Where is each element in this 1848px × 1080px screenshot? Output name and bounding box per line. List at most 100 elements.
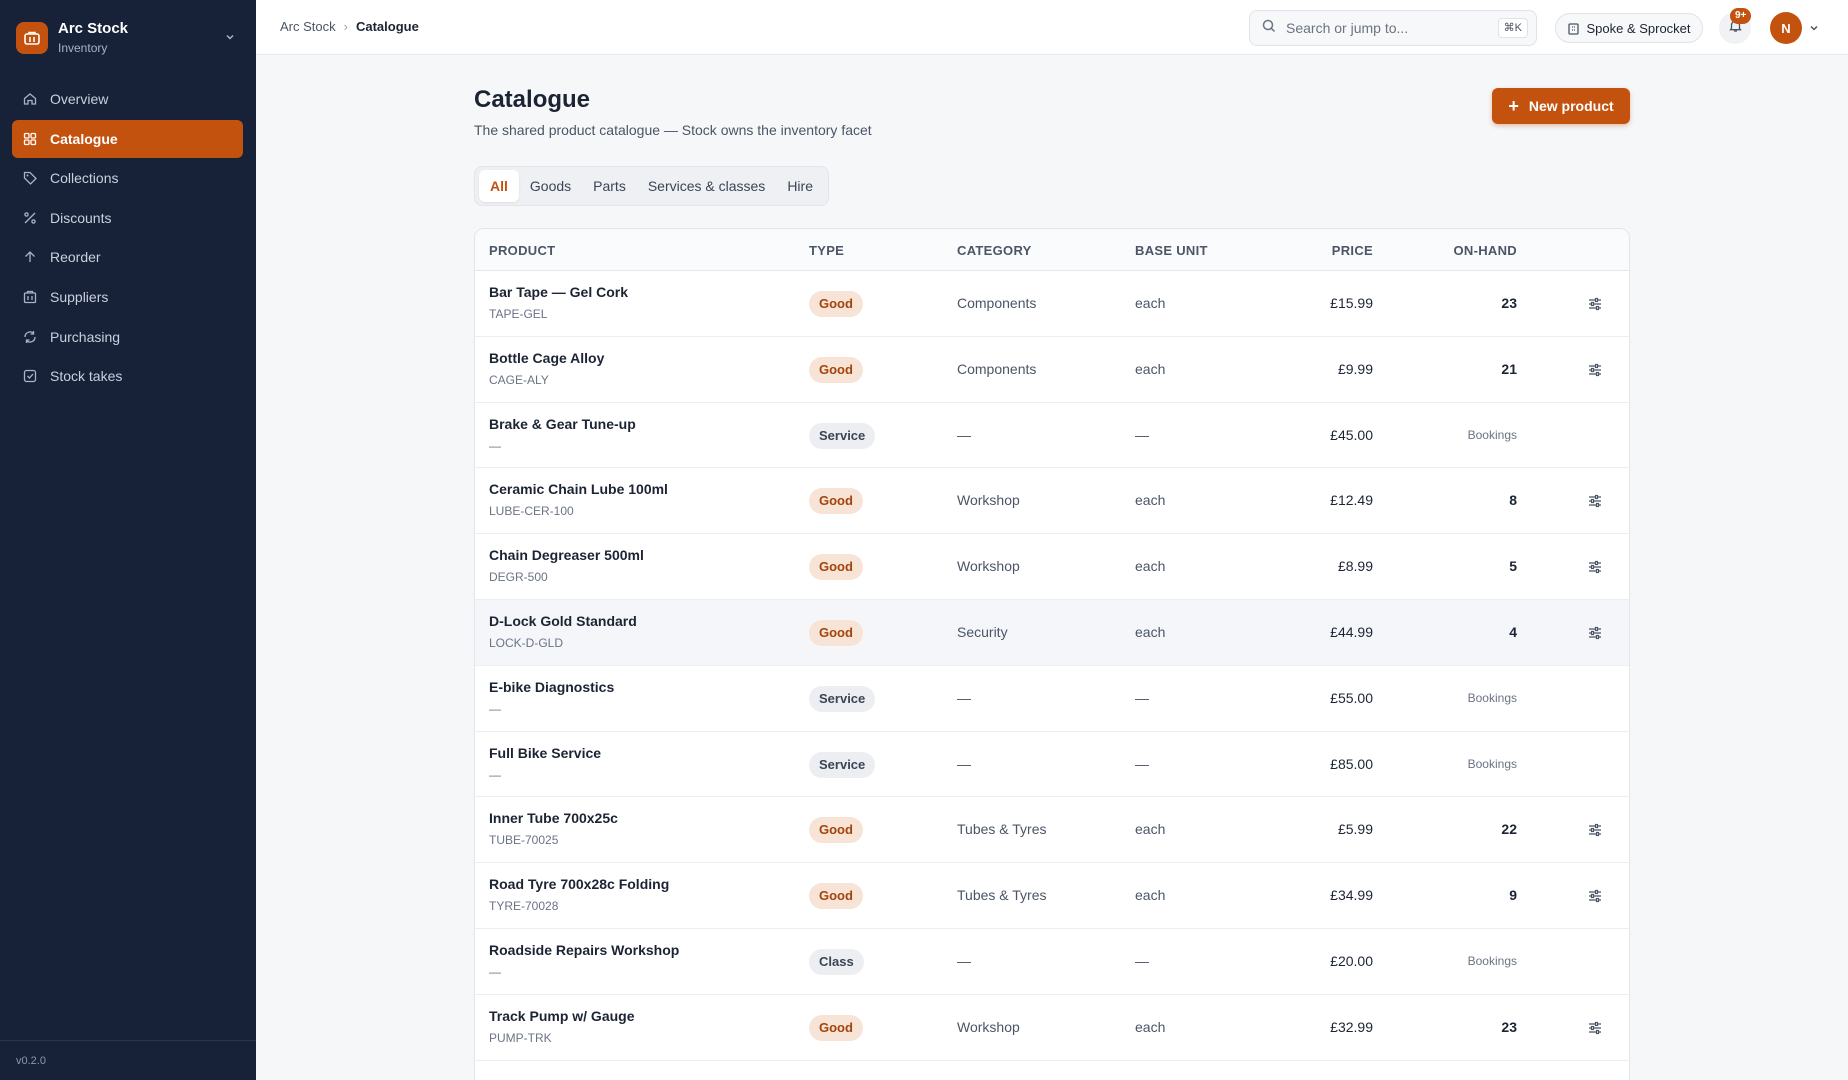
workspace-switcher[interactable]: Arc Stock Inventory [16, 18, 240, 58]
product-name[interactable]: E-bike Diagnostics [489, 679, 614, 695]
product-category: Components [957, 295, 1037, 311]
product-category: — [957, 426, 971, 443]
search-input[interactable]: Search or jump to... ⌘K [1249, 10, 1537, 46]
tab-parts[interactable]: Parts [582, 170, 637, 202]
type-badge: Service [809, 422, 876, 449]
column-header-price[interactable]: PRICE [1332, 243, 1373, 258]
org-name: Spoke & Sprocket [1586, 20, 1691, 36]
table-row[interactable]: Roadside Repairs Workshop — Class — — £20.00 B… [475, 929, 1629, 995]
product-name[interactable]: Ceramic Chain Lube 100ml [489, 481, 668, 497]
adjust-stock-icon[interactable] [1587, 559, 1603, 575]
table-row[interactable]: E-bike Diagnostics — Service — — £55.00 Bookin… [475, 666, 1629, 732]
tab-goods[interactable]: Goods [519, 170, 582, 202]
app-section: Inventory [58, 41, 108, 55]
table-row[interactable]: Road Tyre 700x28c Folding TYRE-70028 Good T… [475, 863, 1629, 929]
adjust-stock-icon[interactable] [1587, 362, 1603, 378]
adjust-stock-icon[interactable] [1587, 296, 1603, 312]
product-sku: TYRE-70028 [489, 899, 559, 914]
product-on-hand: Bookings [1467, 427, 1517, 442]
product-base-unit: each [1135, 360, 1166, 377]
refresh-icon [22, 329, 38, 345]
table-row[interactable]: Bar Tape — Gel Cork TAPE-GEL Good Component… [475, 271, 1629, 337]
column-header-base-unit[interactable]: BASE UNIT [1135, 243, 1208, 258]
column-header-on-hand[interactable]: ON-HAND [1454, 243, 1517, 258]
product-category: Tubes & Tyres [957, 887, 1047, 904]
chevron-down-icon[interactable] [1808, 21, 1820, 39]
product-sku: — [489, 701, 501, 716]
column-header-product[interactable]: PRODUCT [489, 243, 555, 258]
table-row[interactable]: Inner Tube 700x25c TUBE-70025 Good Tubes & … [475, 797, 1629, 864]
table-row[interactable]: Full Bike Service — Service — — £85.00 Booking… [475, 732, 1629, 798]
notification-count-badge: 9+ [1730, 8, 1752, 24]
product-price: £85.00 [1330, 755, 1373, 772]
tab-services-classes[interactable]: Services & classes [637, 170, 776, 202]
plus-icon: + [1508, 96, 1519, 116]
product-on-hand: 4 [1509, 623, 1517, 640]
sidebar-item-label: Catalogue [50, 130, 118, 147]
column-header-category[interactable]: CATEGORY [957, 243, 1032, 258]
product-base-unit: each [1135, 1018, 1166, 1035]
product-on-hand: 9 [1509, 887, 1517, 904]
table-row[interactable]: Track Pump w/ Gauge PUMP-TRK Good Workshop e… [475, 995, 1629, 1061]
sidebar-item-catalogue[interactable]: Catalogue [12, 119, 243, 158]
product-name[interactable]: Inner Tube 700x25c [489, 810, 618, 826]
product-sku: — [489, 964, 501, 979]
sidebar-item-overview[interactable]: Overview [12, 80, 243, 118]
product-name[interactable]: Roadside Repairs Workshop [489, 942, 679, 958]
type-badge: Good [809, 817, 863, 844]
page-subtitle: The shared product catalogue — Stock own… [474, 122, 872, 138]
product-name[interactable]: D-Lock Gold Standard [489, 613, 637, 629]
sidebar-item-collections[interactable]: Collections [12, 159, 243, 197]
product-category: Components [957, 360, 1037, 377]
product-price: £20.00 [1330, 952, 1373, 969]
adjust-stock-icon[interactable] [1587, 625, 1603, 641]
sidebar-item-suppliers[interactable]: Suppliers [12, 278, 243, 316]
table-row[interactable]: Chain Degreaser 500ml DEGR-500 Good Worksho… [475, 534, 1629, 600]
product-name[interactable]: Chain Degreaser 500ml [489, 547, 644, 563]
product-sku: LOCK-D-GLD [489, 635, 564, 650]
type-badge: Service [809, 685, 876, 712]
product-base-unit: each [1135, 492, 1166, 509]
product-sku: PUMP-TRK [489, 1030, 552, 1045]
sidebar-item-stock-takes[interactable]: Stock takes [12, 357, 243, 395]
product-base-unit: each [1135, 887, 1166, 904]
product-sku: — [489, 438, 501, 453]
chevron-right-icon: › [343, 19, 348, 34]
org-switcher-button[interactable]: Spoke & Sprocket [1555, 13, 1703, 43]
product-price: £12.49 [1330, 492, 1373, 509]
table-row[interactable]: D-Lock Gold Standard LOCK-D-GLD Good Securi… [475, 599, 1629, 666]
product-name[interactable]: Brake & Gear Tune-up [489, 416, 636, 432]
table-row[interactable]: Brake & Gear Tune-up — Service — — £45.00 Book… [475, 403, 1629, 469]
column-header-type[interactable]: TYPE [809, 243, 844, 258]
adjust-stock-icon[interactable] [1587, 888, 1603, 904]
product-name[interactable]: Bar Tape — Gel Cork [489, 284, 628, 300]
product-base-unit: each [1135, 558, 1166, 575]
new-product-button[interactable]: + New product [1492, 88, 1630, 124]
tab-all[interactable]: All [479, 170, 519, 202]
product-on-hand: Bookings [1467, 953, 1517, 968]
product-sku: — [489, 767, 501, 782]
product-name[interactable]: Bottle Cage Alloy [489, 350, 604, 366]
breadcrumb-root[interactable]: Arc Stock [280, 19, 336, 34]
table-row[interactable]: Bottle Cage Alloy CAGE-ALY Good Components e… [475, 337, 1629, 403]
search-placeholder: Search or jump to... [1286, 20, 1409, 36]
app-version: v0.2.0 [0, 1040, 256, 1080]
avatar[interactable]: N [1770, 12, 1802, 44]
adjust-stock-icon[interactable] [1587, 822, 1603, 838]
product-name[interactable]: Full Bike Service [489, 745, 601, 761]
tab-hire[interactable]: Hire [776, 170, 824, 202]
type-badge: Class [809, 948, 864, 975]
table-row[interactable]: Ceramic Chain Lube 100ml LUBE-CER-100 Good… [475, 468, 1629, 535]
sidebar-item-purchasing[interactable]: Purchasing [12, 318, 243, 356]
sidebar-item-reorder[interactable]: Reorder [12, 238, 243, 276]
type-badge: Good [809, 554, 863, 581]
sidebar-item-discounts[interactable]: Discounts [12, 199, 243, 237]
type-badge: Good [809, 291, 863, 317]
product-name[interactable]: Road Tyre 700x28c Folding [489, 876, 669, 892]
product-category: — [957, 755, 971, 772]
adjust-stock-icon[interactable] [1587, 493, 1603, 509]
adjust-stock-icon[interactable] [1587, 1020, 1603, 1036]
product-name[interactable]: Track Pump w/ Gauge [489, 1008, 635, 1024]
product-price: £34.99 [1330, 887, 1373, 904]
page-title: Catalogue [474, 86, 591, 113]
